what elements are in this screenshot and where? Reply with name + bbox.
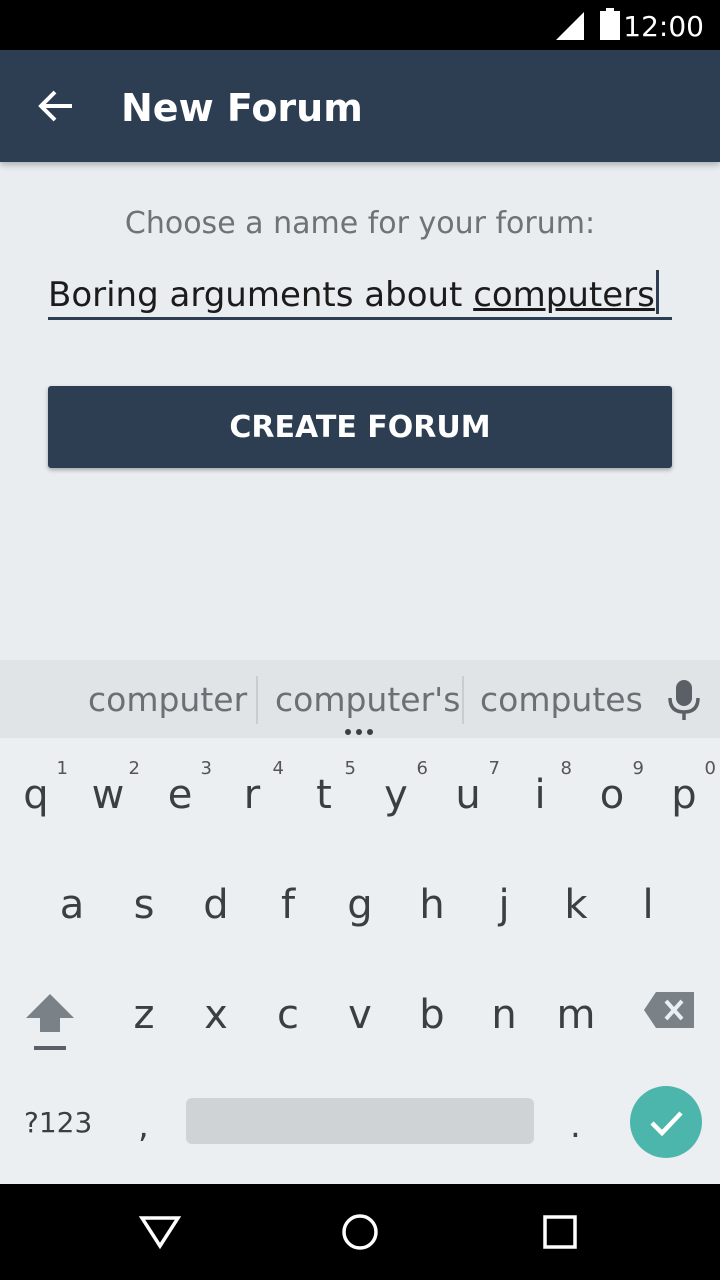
key-hint: 4	[272, 758, 284, 779]
key-s[interactable]: s	[108, 882, 180, 928]
key-z[interactable]: z	[108, 992, 180, 1038]
key-hint: 0	[704, 758, 716, 779]
backspace-key[interactable]	[644, 992, 694, 1028]
key-x[interactable]: x	[180, 992, 252, 1038]
key-i[interactable]: i8	[504, 758, 576, 818]
key-hint: 9	[632, 758, 644, 779]
key-c[interactable]: c	[252, 992, 324, 1038]
suggestion-divider	[256, 676, 258, 724]
key-hint: 3	[200, 758, 212, 779]
key-label: u	[455, 772, 481, 818]
suggestion-divider	[462, 676, 464, 724]
backspace-icon	[644, 992, 694, 1028]
more-suggestions-icon[interactable]	[344, 728, 374, 736]
forum-name-prompt: Choose a name for your forum:	[124, 206, 596, 241]
key-label: e	[167, 772, 193, 818]
key-p[interactable]: p0	[648, 758, 720, 818]
key-hint: 6	[416, 758, 428, 779]
key-label: r	[243, 772, 261, 818]
key-k[interactable]: k	[540, 882, 612, 928]
key-label: y	[384, 772, 408, 818]
key-b[interactable]: b	[396, 992, 468, 1038]
symbols-key[interactable]: ?123	[24, 1106, 92, 1139]
key-hint: 2	[128, 758, 140, 779]
key-hint: 7	[488, 758, 500, 779]
key-label: q	[23, 772, 49, 818]
key-label: w	[91, 772, 125, 818]
check-icon	[650, 1111, 683, 1137]
key-j[interactable]: j	[468, 882, 540, 928]
key-a[interactable]: a	[36, 882, 108, 928]
key-q[interactable]: q1	[0, 758, 72, 818]
suggestion-computer[interactable]: computer	[88, 680, 247, 719]
create-forum-button[interactable]: CREATE FORUM	[48, 386, 672, 468]
shift-icon	[26, 994, 74, 1050]
recents-nav-icon[interactable]	[542, 1212, 578, 1252]
key-label: o	[599, 772, 625, 818]
forum-name-text: Boring arguments about	[48, 275, 474, 315]
suggestion-computes[interactable]: computes	[480, 680, 643, 719]
suggestion-strip: computer computer's computes	[0, 660, 720, 738]
forum-name-input[interactable]: Boring arguments about computers	[48, 262, 672, 320]
key-label: t	[316, 772, 332, 818]
key-t[interactable]: t5	[288, 758, 360, 818]
arrow-left-icon	[38, 90, 72, 122]
key-h[interactable]: h	[396, 882, 468, 928]
suggestion-computers-possessive[interactable]: computer's	[275, 680, 460, 719]
key-hint: 5	[344, 758, 356, 779]
status-bar: 12:00	[0, 0, 720, 50]
key-w[interactable]: w2	[72, 758, 144, 818]
key-hint: 1	[56, 758, 68, 779]
app-bar: New Forum	[0, 50, 720, 162]
enter-key[interactable]	[630, 1086, 702, 1158]
key-label: p	[671, 772, 697, 818]
key-v[interactable]: v	[324, 992, 396, 1038]
space-bar[interactable]	[186, 1098, 534, 1144]
shift-key[interactable]	[22, 990, 78, 1054]
key-l[interactable]: l	[612, 882, 684, 928]
key-r[interactable]: r4	[216, 758, 288, 818]
key-e[interactable]: e3	[144, 758, 216, 818]
home-nav-icon[interactable]	[340, 1212, 380, 1252]
key-hint: 8	[560, 758, 572, 779]
page-title: New Forum	[121, 86, 363, 130]
key-m[interactable]: m	[540, 992, 612, 1038]
composing-word: computers	[473, 275, 655, 315]
comma-key[interactable]: ,	[138, 1106, 149, 1146]
key-d[interactable]: d	[180, 882, 252, 928]
key-o[interactable]: o9	[576, 758, 648, 818]
soft-keyboard: computer computer's computes q1 w2 e3 r4…	[0, 660, 720, 1184]
signal-icon	[556, 12, 584, 40]
text-caret	[655, 270, 659, 314]
key-n[interactable]: n	[468, 992, 540, 1038]
forum-name-value: Boring arguments about computers	[48, 270, 659, 315]
key-y[interactable]: y6	[360, 758, 432, 818]
mic-icon[interactable]	[664, 678, 704, 722]
period-key[interactable]: .	[570, 1106, 581, 1146]
back-nav-icon[interactable]	[138, 1212, 182, 1252]
back-button[interactable]	[28, 78, 84, 134]
key-label: i	[534, 772, 546, 818]
key-u[interactable]: u7	[432, 758, 504, 818]
clock: 12:00	[623, 10, 704, 43]
key-g[interactable]: g	[324, 882, 396, 928]
key-f[interactable]: f	[252, 882, 324, 928]
navigation-bar	[0, 1184, 720, 1280]
battery-icon	[600, 8, 620, 40]
